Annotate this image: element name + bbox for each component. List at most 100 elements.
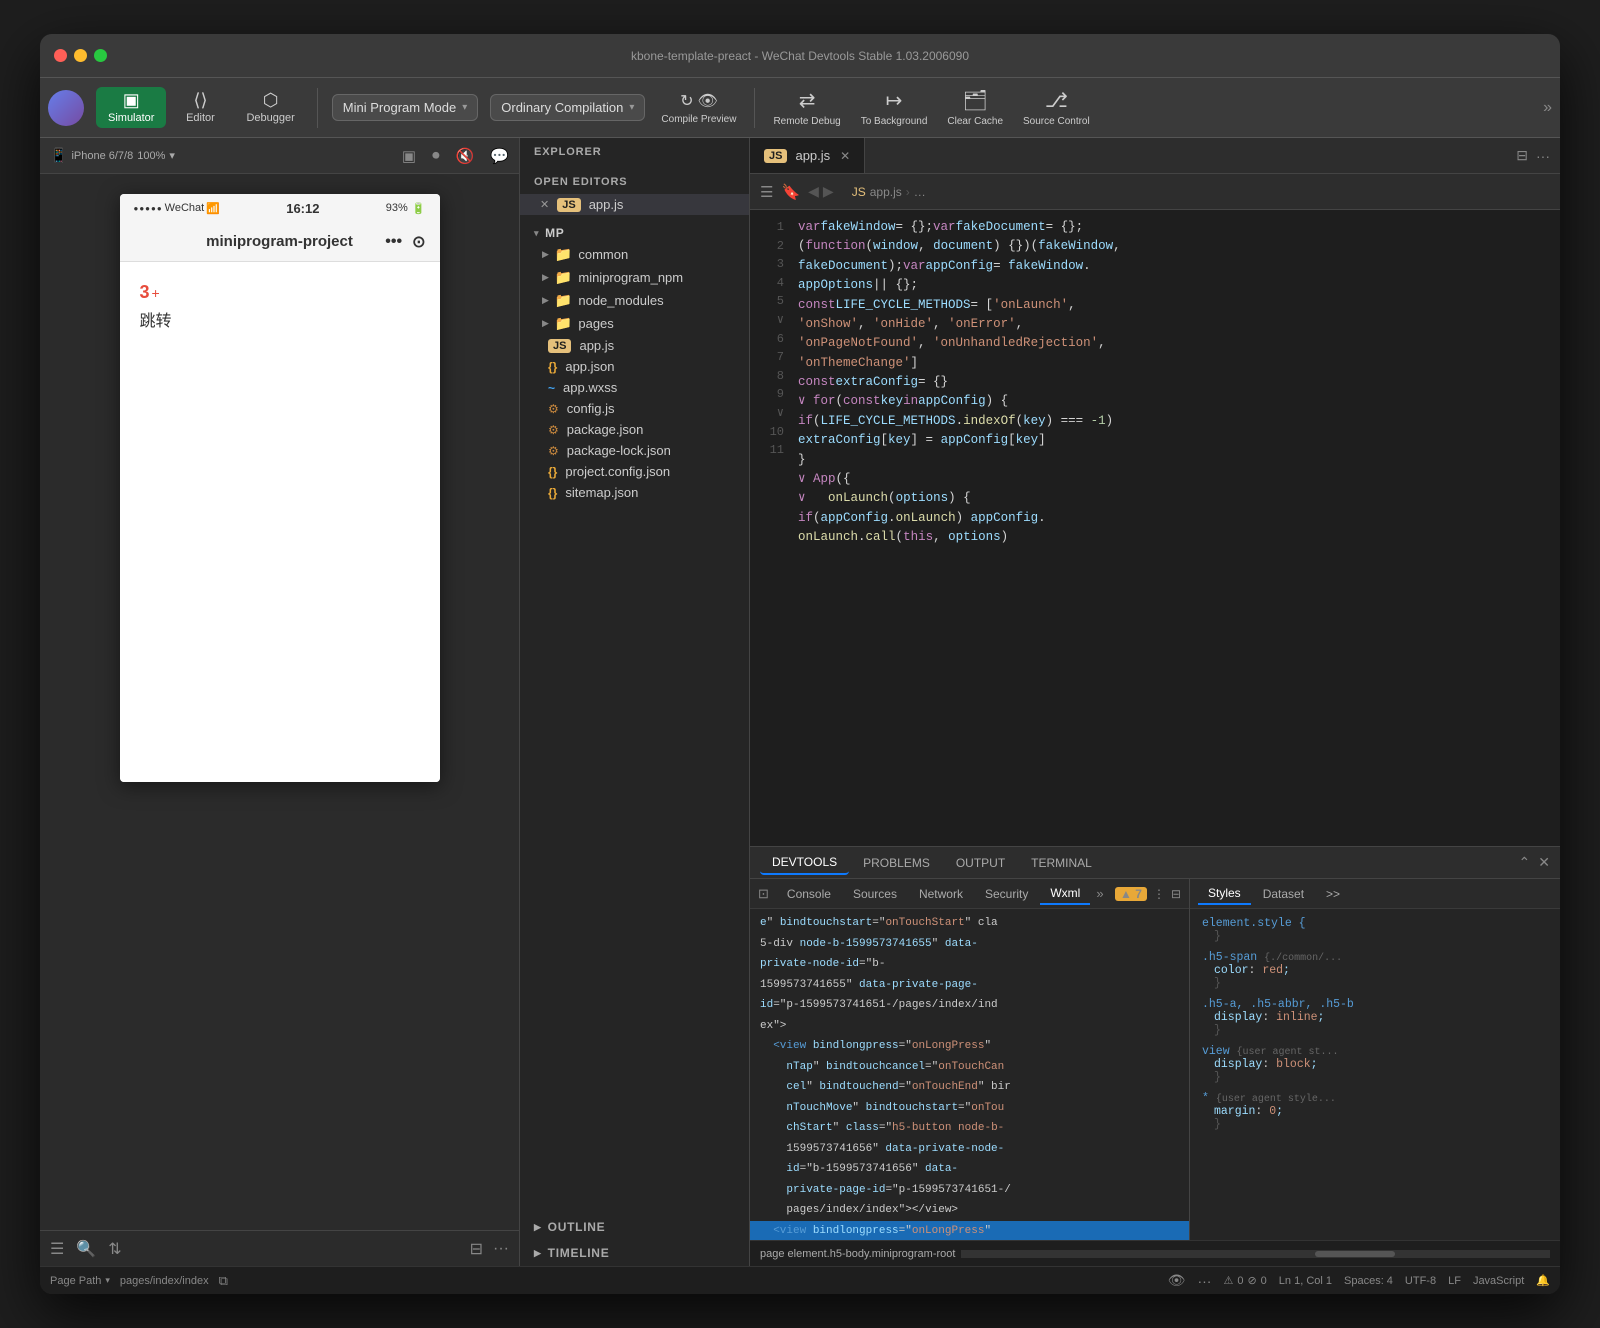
console-row[interactable]: private-page-id="p-1599573741651-/	[750, 1180, 1189, 1201]
editor-tab-appjs[interactable]: JS app.js ✕	[750, 138, 865, 173]
console-row-selected[interactable]: <view bindlongpress="onLongPress"	[750, 1221, 1189, 1241]
security-subtab[interactable]: Security	[975, 884, 1038, 904]
to-background-button[interactable]: ↦ To Background	[853, 84, 936, 131]
clear-cache-button[interactable]: 🗂 Clear Cache	[939, 84, 1011, 131]
tab-close-icon[interactable]: ✕	[840, 149, 850, 163]
console-row[interactable]: cel" bindtouchend="onTouchEnd" bir	[750, 1077, 1189, 1098]
folder-miniprogram-npm[interactable]: ▶ 📁 miniprogram_npm	[520, 266, 749, 289]
eye-status-icon[interactable]: 👁	[1168, 1272, 1186, 1289]
mode-dropdown[interactable]: Mini Program Mode ▾	[332, 94, 478, 121]
devtools-tab[interactable]: DEVTOOLS	[760, 851, 849, 875]
hamburger-icon[interactable]: ☰	[760, 183, 773, 201]
file-sitemapjson[interactable]: {} sitemap.json	[520, 482, 749, 503]
compile-preview-button[interactable]: ↻ 👁 Compile Preview	[653, 87, 744, 129]
language-mode[interactable]: JavaScript	[1473, 1275, 1524, 1287]
cursor-position[interactable]: Ln 1, Col 1	[1279, 1275, 1332, 1287]
console-row[interactable]: pages/index/index"></view>	[750, 1200, 1189, 1221]
outline-label[interactable]: ▶ OUTLINE	[534, 1220, 735, 1234]
nav-back-icon[interactable]: ◀	[808, 183, 819, 200]
wxml-subtab[interactable]: Wxml	[1040, 883, 1090, 905]
console-row[interactable]: e" bindtouchstart="onTouchStart" cla	[750, 913, 1189, 934]
notification-bell-icon[interactable]: 🔔	[1536, 1274, 1550, 1287]
nav-forward-icon[interactable]: ▶	[823, 183, 834, 200]
indentation[interactable]: Spaces: 4	[1344, 1275, 1393, 1287]
sim-toolbar-icon-1[interactable]: ▣	[402, 147, 416, 165]
more-options-icon[interactable]: ···	[493, 1240, 509, 1258]
problems-tab[interactable]: PROBLEMS	[851, 852, 942, 874]
close-icon[interactable]: ✕	[1538, 854, 1550, 871]
folder-pages[interactable]: ▶ 📁 pages	[520, 312, 749, 335]
console-scrollbar[interactable]	[961, 1250, 1550, 1258]
console-subtab[interactable]: Console	[777, 884, 841, 904]
styles-tab-styles[interactable]: Styles	[1198, 883, 1251, 905]
console-row[interactable]: id="p-1599573741651-/pages/index/ind	[750, 995, 1189, 1016]
file-appwxss[interactable]: ~ app.wxss	[520, 377, 749, 398]
settings-icon[interactable]: ⋮	[1153, 887, 1165, 901]
file-configjs[interactable]: ⚙ config.js	[520, 398, 749, 419]
file-packagelockjson[interactable]: ⚙ package-lock.json	[520, 440, 749, 461]
code-editor[interactable]: var fakeWindow = {};var fakeDocument = {…	[790, 210, 1560, 846]
console-row[interactable]: 1599573741656" data-private-node-	[750, 1139, 1189, 1160]
sources-subtab[interactable]: Sources	[843, 884, 907, 904]
sim-toolbar-icon-2[interactable]: ⏺	[432, 147, 440, 164]
page-path-selector[interactable]: Page Path ▾	[50, 1275, 110, 1287]
console-row[interactable]: chStart" class="h5-button node-b-	[750, 1118, 1189, 1139]
file-projectconfigjson[interactable]: {} project.config.json	[520, 461, 749, 482]
console-row[interactable]: 1599573741655" data-private-page-	[750, 975, 1189, 996]
minimize-button[interactable]	[74, 49, 87, 62]
console-row[interactable]: <view bindlongpress="onLongPress"	[750, 1036, 1189, 1057]
window-title: kbone-template-preact - WeChat Devtools …	[631, 49, 969, 63]
console-row[interactable]: private-node-id="b-	[750, 954, 1189, 975]
debugger-button[interactable]: ⬡ Debugger	[234, 87, 306, 128]
copy-path-icon[interactable]: ⧉	[219, 1273, 228, 1289]
mp-section-header[interactable]: ▾ MP	[520, 223, 749, 243]
terminal-tab[interactable]: TERMINAL	[1019, 852, 1104, 874]
sim-toolbar-icon-3[interactable]: 🔇	[456, 147, 475, 165]
more-status-icon[interactable]: ···	[1197, 1273, 1211, 1289]
output-tab[interactable]: OUTPUT	[944, 852, 1017, 874]
list-icon[interactable]: ☰	[50, 1239, 64, 1259]
console-row[interactable]: id="b-1599573741656" data-	[750, 1159, 1189, 1180]
console-row[interactable]: nTouchMove" bindtouchstart="onTou	[750, 1098, 1189, 1119]
timeline-label[interactable]: ▶ TIMELINE	[534, 1246, 735, 1260]
folder-node-modules[interactable]: ▶ 📁 node_modules	[520, 289, 749, 312]
console-row[interactable]: nTap" bindtouchcancel="onTouchCan	[750, 1057, 1189, 1078]
maximize-button[interactable]	[94, 49, 107, 62]
open-editor-appjs[interactable]: ✕ JS app.js	[520, 194, 749, 215]
more-icon[interactable]: •••	[385, 233, 402, 251]
dock-icon[interactable]: ⊟	[1171, 887, 1181, 901]
compilation-dropdown[interactable]: Ordinary Compilation ▾	[490, 94, 645, 121]
simulator-button[interactable]: ▣ Simulator	[96, 87, 166, 128]
split-editor-icon[interactable]: ⊟	[1516, 147, 1528, 164]
more-editor-icon[interactable]: ···	[1536, 148, 1550, 164]
search-icon[interactable]: 🔍	[76, 1239, 96, 1259]
file-appjson[interactable]: {} app.json	[520, 356, 749, 377]
more-button[interactable]: »	[1543, 99, 1552, 117]
sim-toolbar-icon-4[interactable]: 💬	[490, 147, 509, 165]
folder-common[interactable]: ▶ 📁 common	[520, 243, 749, 266]
encoding[interactable]: UTF-8	[1405, 1275, 1436, 1287]
code-line: (function(window, document) {})(fakeWind…	[798, 237, 1560, 256]
styles-tab-dataset[interactable]: Dataset	[1253, 884, 1314, 904]
bookmark-icon[interactable]: 🔖	[781, 183, 800, 201]
styles-tab-more[interactable]: >>	[1316, 884, 1350, 904]
close-button[interactable]	[54, 49, 67, 62]
dev-subtab-icon[interactable]: ⊡	[758, 886, 769, 902]
collapse-icon[interactable]: ⌃	[1519, 854, 1531, 871]
filter-icon[interactable]: ⇅	[108, 1239, 121, 1259]
record-icon[interactable]: ⊙	[412, 232, 425, 252]
close-icon[interactable]: ✕	[540, 198, 549, 211]
editor-button[interactable]: ⟨⟩ Editor	[170, 87, 230, 128]
console-row[interactable]: 5-div node-b-1599573741655" data-	[750, 934, 1189, 955]
line-ending[interactable]: LF	[1448, 1275, 1461, 1287]
remote-debug-button[interactable]: ⇄ Remote Debug	[765, 84, 848, 131]
source-control-button[interactable]: ⎇ Source Control	[1015, 84, 1098, 131]
console-row[interactable]: ex">	[750, 1016, 1189, 1037]
file-appjs[interactable]: JS app.js	[520, 335, 749, 356]
device-selector[interactable]: 📱 iPhone 6/7/8 100% ▾	[50, 147, 175, 164]
file-packagejson[interactable]: ⚙ package.json	[520, 419, 749, 440]
more-subtabs-icon[interactable]: »	[1096, 886, 1103, 901]
network-subtab[interactable]: Network	[909, 884, 973, 904]
console-content[interactable]: e" bindtouchstart="onTouchStart" cla 5-d…	[750, 909, 1189, 1240]
layout-icon[interactable]: ⊟	[470, 1239, 483, 1259]
